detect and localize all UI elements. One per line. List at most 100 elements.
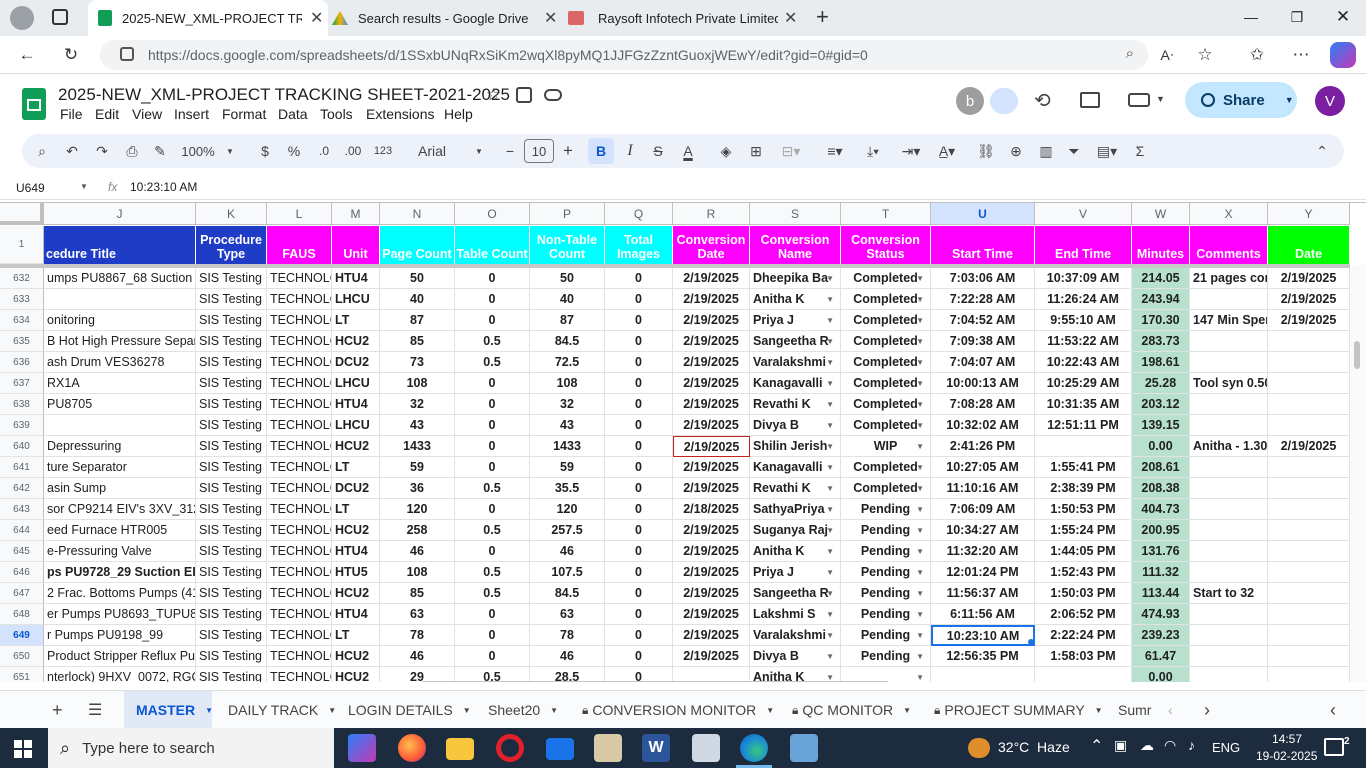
dropdown-chip-icon[interactable]: ▼: [916, 316, 924, 325]
profile-icon[interactable]: [10, 6, 34, 30]
cell-j649[interactable]: r Pumps PU9198_99: [44, 625, 196, 646]
cell-n646[interactable]: 108: [380, 562, 455, 583]
cell-n632[interactable]: 50: [380, 268, 455, 289]
cell-v639[interactable]: 12:51:11 PM: [1035, 415, 1132, 436]
add-sheet-icon[interactable]: +: [52, 691, 63, 729]
dropdown-chip-icon[interactable]: ▼: [826, 421, 834, 430]
cell-m644[interactable]: HCU2: [332, 520, 380, 541]
cell-x640[interactable]: Anitha - 1.30: [1190, 436, 1268, 457]
cell-t646[interactable]: Pending ▼: [841, 562, 931, 583]
cell-m634[interactable]: LT: [332, 310, 380, 331]
decrease-decimal-button[interactable]: .0: [314, 134, 334, 168]
cell-o632[interactable]: 0: [455, 268, 530, 289]
cell-s637[interactable]: Kanagavalli ▼: [750, 373, 841, 394]
more-icon[interactable]: ⋯: [1288, 42, 1314, 68]
back-icon[interactable]: ←: [14, 42, 40, 68]
cell-w648[interactable]: 474.93: [1132, 604, 1190, 625]
cell-v633[interactable]: 11:26:24 AM: [1035, 289, 1132, 310]
cell-p632[interactable]: 50: [530, 268, 605, 289]
close-tab-icon[interactable]: ✕: [544, 8, 557, 28]
row-header[interactable]: 636: [0, 352, 44, 373]
windows-start-icon[interactable]: [14, 740, 32, 758]
cell-j642[interactable]: asin Sump: [44, 478, 196, 499]
reload-icon[interactable]: ↻: [58, 42, 84, 68]
cell-t647[interactable]: Pending ▼: [841, 583, 931, 604]
cell-w637[interactable]: 25.28: [1132, 373, 1190, 394]
history-icon[interactable]: ⟲: [1034, 88, 1051, 113]
cell-o643[interactable]: 0: [455, 499, 530, 520]
cell-l632[interactable]: TECHNOLOG: [267, 268, 332, 289]
cell-m639[interactable]: LHCU: [332, 415, 380, 436]
header-cell-o[interactable]: Table Count: [455, 226, 530, 264]
cell-l644[interactable]: TECHNOLOG: [267, 520, 332, 541]
print-icon[interactable]: ⎙: [122, 134, 142, 168]
share-button[interactable]: Share ▼: [1185, 82, 1297, 118]
cell-o650[interactable]: 0: [455, 646, 530, 667]
cell-y647[interactable]: [1268, 583, 1350, 604]
cell-l640[interactable]: TECHNOLOG: [267, 436, 332, 457]
paint-format-icon[interactable]: ✎: [150, 134, 170, 168]
cell-y642[interactable]: [1268, 478, 1350, 499]
cell-q637[interactable]: 0: [605, 373, 673, 394]
cell-p637[interactable]: 108: [530, 373, 605, 394]
cell-j632[interactable]: umps PU8867_68 Suction El: [44, 268, 196, 289]
borders-icon[interactable]: ⊞: [746, 134, 766, 168]
cell-x647[interactable]: Start to 32: [1190, 583, 1268, 604]
cell-n643[interactable]: 120: [380, 499, 455, 520]
dropdown-chip-icon[interactable]: ▼: [826, 337, 834, 346]
cell-y649[interactable]: [1268, 625, 1350, 646]
column-header-l[interactable]: L: [267, 203, 332, 225]
currency-format-button[interactable]: $: [258, 134, 272, 168]
cell-l645[interactable]: TECHNOLOG: [267, 541, 332, 562]
vertical-scrollbar[interactable]: [1350, 265, 1366, 682]
cell-q647[interactable]: 0: [605, 583, 673, 604]
cell-s633[interactable]: Anitha K ▼: [750, 289, 841, 310]
dropdown-chip-icon[interactable]: ▼: [916, 652, 924, 661]
cell-s646[interactable]: Priya J ▼: [750, 562, 841, 583]
cell-x644[interactable]: [1190, 520, 1268, 541]
cell-t637[interactable]: Completed ▼: [841, 373, 931, 394]
cell-q650[interactable]: 0: [605, 646, 673, 667]
cell-s632[interactable]: Dheepika Ba ▼: [750, 268, 841, 289]
cell-p649[interactable]: 78: [530, 625, 605, 646]
header-cell-n[interactable]: Page Count: [380, 226, 455, 264]
cell-n648[interactable]: 63: [380, 604, 455, 625]
cell-m633[interactable]: LHCU: [332, 289, 380, 310]
cell-l642[interactable]: TECHNOLOG: [267, 478, 332, 499]
cell-v646[interactable]: 1:52:43 PM: [1035, 562, 1132, 583]
row-header[interactable]: 632: [0, 268, 44, 289]
column-header-q[interactable]: Q: [605, 203, 673, 225]
url-field[interactable]: https://docs.google.com/spreadsheets/d/1…: [100, 40, 1148, 70]
opera-icon[interactable]: [496, 734, 524, 762]
volume-icon[interactable]: ♪: [1188, 737, 1195, 753]
cell-s651[interactable]: Anitha K ▼: [750, 667, 841, 682]
taskbar-search-box[interactable]: ⌕ Type here to search: [48, 728, 334, 768]
sheets-logo[interactable]: [22, 88, 46, 120]
hide-menus-icon[interactable]: ⌃: [1312, 134, 1332, 168]
font-size-increase-icon[interactable]: +: [560, 134, 576, 168]
dropdown-chip-icon[interactable]: ▼: [826, 442, 834, 451]
cell-s649[interactable]: Varalakshmi ▼: [750, 625, 841, 646]
edge-icon[interactable]: [740, 734, 768, 762]
header-cell-m[interactable]: Unit: [332, 226, 380, 264]
cell-o633[interactable]: 0: [455, 289, 530, 310]
cell-u645[interactable]: 11:32:20 AM: [931, 541, 1035, 562]
cell-o647[interactable]: 0.5: [455, 583, 530, 604]
cell-w647[interactable]: 113.44: [1132, 583, 1190, 604]
cell-w649[interactable]: 239.23: [1132, 625, 1190, 646]
cell-x639[interactable]: [1190, 415, 1268, 436]
cell-n642[interactable]: 36: [380, 478, 455, 499]
header-cell-v[interactable]: End Time: [1035, 226, 1132, 264]
dropdown-chip-icon[interactable]: ▼: [826, 379, 834, 388]
dropdown-chip-icon[interactable]: ▼: [916, 631, 924, 640]
cell-l635[interactable]: TECHNOLOG: [267, 331, 332, 352]
cell-u646[interactable]: 12:01:24 PM: [931, 562, 1035, 583]
cell-j644[interactable]: eed Furnace HTR005: [44, 520, 196, 541]
cell-t650[interactable]: Pending ▼: [841, 646, 931, 667]
cell-n633[interactable]: 40: [380, 289, 455, 310]
cell-n635[interactable]: 85: [380, 331, 455, 352]
cell-n647[interactable]: 85: [380, 583, 455, 604]
cell-r634[interactable]: 2/19/2025: [673, 310, 750, 331]
cell-l637[interactable]: TECHNOLOG: [267, 373, 332, 394]
cell-n650[interactable]: 46: [380, 646, 455, 667]
